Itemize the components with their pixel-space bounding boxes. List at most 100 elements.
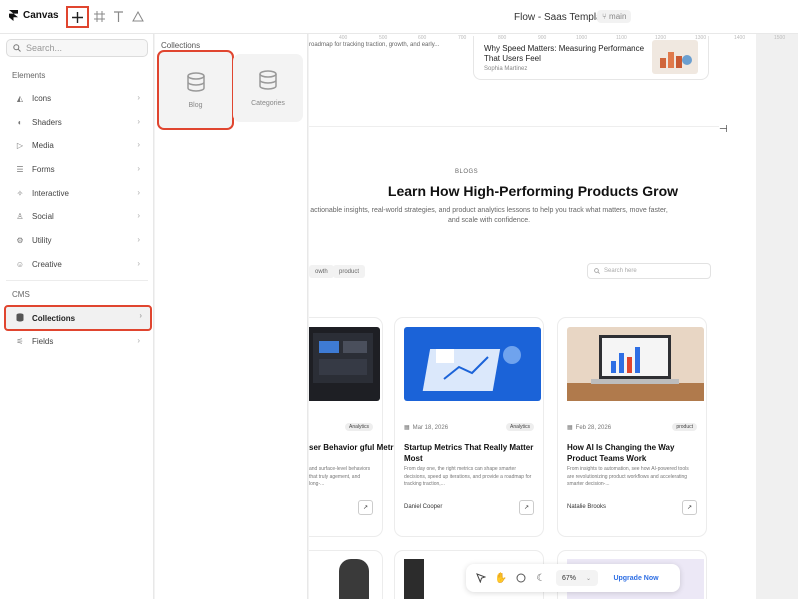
utility-icon: ⚙	[16, 235, 24, 245]
canvas-margin	[756, 34, 798, 599]
blog-card[interactable]: ▦ Feb 28, 2026 product How AI Is Changin…	[557, 317, 707, 537]
blog-card-date: ▦ Mar 18, 2026	[404, 424, 448, 432]
person-image	[339, 559, 369, 599]
sidebar-item-interactive[interactable]: ✧ Interactive ›	[6, 184, 148, 202]
excerpt-text: roadmap for tracking traction, growth, a…	[309, 42, 440, 48]
text-icon	[113, 10, 123, 22]
blog-card-author: Daniel Cooper	[404, 504, 443, 510]
blog-card-tag: product	[672, 423, 697, 431]
blog-card-excerpt: and surface-level behaviors that truly a…	[309, 466, 371, 487]
calendar-icon: ▦	[404, 425, 410, 431]
database-icon	[14, 312, 26, 324]
canvas-menu[interactable]: Canvas ⌄	[9, 10, 72, 21]
blog-card-date: ▦ Feb 28, 2026	[567, 424, 612, 432]
media-icon: ▷	[16, 140, 24, 150]
blog-card[interactable]: Analytics ser Behavior gful Metrics and …	[309, 317, 405, 537]
blog-card-image	[567, 327, 704, 401]
ruler-tick: 1500	[774, 35, 786, 41]
ruler-tick: 600	[418, 35, 427, 41]
calendar-icon: ▦	[567, 425, 573, 431]
left-sidebar: Search... Elements ◭ Icons › ◐ Shaders ›…	[0, 34, 154, 599]
project-title[interactable]: Flow - Saas Template	[514, 12, 610, 23]
collection-card-blog[interactable]: Blog	[157, 50, 234, 130]
search-input[interactable]: Search...	[6, 39, 148, 57]
chevron-right-icon: ›	[137, 259, 140, 268]
category-chip[interactable]: owth	[309, 265, 334, 278]
sidebar-item-social[interactable]: ♙ Social ›	[6, 207, 148, 225]
chevron-right-icon: ›	[137, 211, 140, 220]
sidebar-divider	[6, 280, 148, 281]
blog-card-top[interactable]: Why Speed Matters: Measuring Performance…	[473, 36, 709, 80]
sidebar-item-forms[interactable]: ☰ Forms ›	[6, 160, 148, 178]
section-subtext: actionable insights, real-world strategi…	[310, 207, 668, 224]
blog-card-tag: Analytics	[505, 423, 534, 431]
zoom-select[interactable]: 67% ⌄	[556, 570, 598, 586]
category-chip[interactable]: product	[333, 265, 366, 278]
sidebar-item-label: Fields	[32, 336, 54, 346]
sidebar-item-label: Social	[32, 211, 54, 221]
upgrade-button[interactable]: Upgrade Now	[604, 569, 668, 587]
sidebar-item-icons[interactable]: ◭ Icons ›	[6, 89, 148, 107]
sidebar-item-shaders[interactable]: ◐ Shaders ›	[6, 113, 148, 131]
sidebar-item-creative[interactable]: ☺ Creative ›	[6, 255, 148, 273]
sidebar-item-utility[interactable]: ⚙ Utility ›	[6, 231, 148, 249]
section-heading: Learn How High-Performing Products Grow	[387, 183, 679, 199]
chevron-right-icon: ›	[137, 188, 140, 197]
sidebar-item-collections[interactable]: Collections ›	[4, 305, 152, 331]
branch-label: main	[609, 12, 627, 21]
blog-card-title: How AI Is Changing the Way Product Teams…	[567, 443, 675, 463]
chevron-right-icon: ›	[139, 311, 142, 320]
sidebar-item-label: Collections	[32, 313, 76, 323]
ruler-tick: 1300	[695, 35, 707, 41]
collection-card-categories[interactable]: Categories	[233, 54, 303, 122]
sidebar-item-label: Utility	[32, 235, 52, 245]
blog-search-input[interactable]: Search here	[587, 263, 711, 279]
blog-card-title: Startup Metrics That Really Matter Most	[404, 443, 534, 463]
text-cursor-icon: ⊣	[719, 124, 728, 135]
branch-badge[interactable]: ⑂ main	[597, 10, 632, 23]
ruler-tick: 1400	[734, 35, 746, 41]
search-placeholder: Search...	[26, 43, 63, 53]
blog-card[interactable]: ▦ Mar 18, 2026 Analytics Startup Metrics…	[394, 317, 544, 537]
database-icon	[259, 69, 277, 90]
blog-thumbnail	[652, 40, 698, 74]
search-placeholder: Search here	[604, 268, 637, 274]
blog-card-bottom[interactable]	[309, 550, 383, 599]
moon-icon[interactable]: ☾	[534, 571, 548, 585]
ruler-tick: 500	[379, 35, 388, 41]
ruler-tick: 800	[498, 35, 507, 41]
chevron-right-icon: ›	[137, 235, 140, 244]
arrow-up-right-icon[interactable]: ↗	[682, 500, 697, 515]
text-tool-button[interactable]	[111, 9, 125, 23]
sidebar-item-label: Interactive	[32, 188, 69, 198]
add-element-button[interactable]	[66, 6, 89, 28]
blog-card-excerpt: From day one, the right metrics can shap…	[404, 466, 532, 487]
frame-icon	[93, 10, 105, 22]
ruler-tick: 1200	[655, 35, 667, 41]
interactive-icon: ✧	[16, 188, 24, 198]
design-canvas[interactable]: roadmap for tracking traction, growth, a…	[309, 34, 756, 599]
canvas-label: Canvas	[23, 10, 59, 21]
sidebar-item-label: Creative	[32, 259, 62, 269]
arrow-up-right-icon[interactable]: ↗	[358, 500, 373, 515]
ruler-tick: 1100	[616, 35, 627, 41]
shape-tool-button[interactable]	[131, 9, 145, 23]
arrow-up-right-icon[interactable]: ↗	[519, 500, 534, 515]
hand-icon[interactable]: ✋	[494, 571, 508, 585]
cms-heading: CMS	[12, 290, 30, 299]
plus-icon	[72, 11, 83, 23]
forms-icon: ☰	[16, 164, 24, 174]
collection-card-label: Categories	[251, 99, 285, 107]
date-text: Feb 28, 2026	[575, 424, 612, 431]
sidebar-item-fields[interactable]: ⚟ Fields ›	[6, 332, 148, 350]
pointer-icon[interactable]	[474, 571, 488, 585]
zoom-value: 67%	[562, 574, 577, 582]
chevron-right-icon: ›	[137, 140, 140, 149]
ruler-tick: 900	[538, 35, 547, 41]
triangle-icon	[132, 10, 144, 21]
comment-icon[interactable]	[514, 571, 528, 585]
frame-tool-button[interactable]	[92, 9, 106, 23]
sidebar-item-label: Shaders	[32, 117, 62, 127]
app-window: Canvas ⌄ Flow - Saas Template ⑂ main Sea…	[0, 0, 798, 599]
sidebar-item-media[interactable]: ▷ Media ›	[6, 136, 148, 154]
